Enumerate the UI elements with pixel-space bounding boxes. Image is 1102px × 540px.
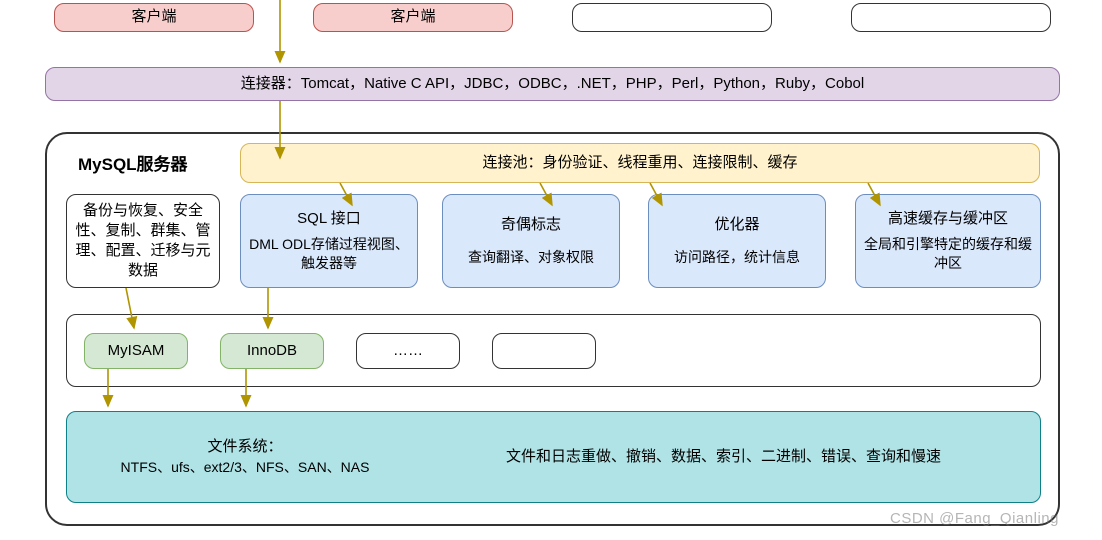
watermark: CSDN @Fang_Qianling	[890, 510, 1059, 527]
connectors-label: 连接器：Tomcat，Native C API，JDBC，ODBC，.NET，P…	[241, 74, 864, 94]
cache-body: 全局和引擎特定的缓存和缓冲区	[864, 235, 1032, 273]
engine-myisam: MyISAM	[84, 333, 188, 369]
optimizer-body: 访问路径，统计信息	[674, 248, 800, 267]
connectors-bar: 连接器：Tomcat，Native C API，JDBC，ODBC，.NET，P…	[45, 67, 1060, 101]
filesystem-body: NTFS、ufs、ext2/3、NFS、SAN、NAS	[75, 458, 415, 477]
engine-blank	[492, 333, 596, 369]
optimizer-box: 优化器 访问路径，统计信息	[648, 194, 826, 288]
client-box-4	[851, 3, 1051, 32]
sql-interface-title: SQL 接口	[297, 209, 361, 229]
filesystem-title: 文件系统：	[75, 437, 415, 457]
management-label: 备份与恢复、安全性、复制、群集、管理、配置、迁移与元数据	[75, 201, 211, 282]
client-label: 客户端	[390, 7, 435, 27]
logs-label: 文件和日志重做、撤销、数据、索引、二进制、错误、查询和慢速	[506, 448, 941, 465]
filesystem-right: 文件和日志重做、撤销、数据、索引、二进制、错误、查询和慢速	[415, 447, 1032, 467]
client-box-1: 客户端	[54, 3, 254, 32]
cache-box: 高速缓存与缓冲区 全局和引擎特定的缓存和缓冲区	[855, 194, 1041, 288]
mysql-server-title: MySQL服务器	[78, 150, 188, 175]
engine-innodb: InnoDB	[220, 333, 324, 369]
parser-title: 奇偶标志	[501, 215, 561, 235]
filesystem-box: 文件系统： NTFS、ufs、ext2/3、NFS、SAN、NAS 文件和日志重…	[66, 411, 1041, 503]
management-box: 备份与恢复、安全性、复制、群集、管理、配置、迁移与元数据	[66, 194, 220, 288]
client-box-2: 客户端	[313, 3, 513, 32]
engine-more-label: ……	[393, 341, 423, 361]
parser-body: 查询翻译、对象权限	[468, 248, 594, 267]
cache-title: 高速缓存与缓冲区	[888, 209, 1008, 229]
client-label: 客户端	[131, 7, 176, 27]
engine-more: ……	[356, 333, 460, 369]
sql-interface-body: DML ODL存储过程视图、触发器等	[249, 235, 409, 273]
connection-pool: 连接池：身份验证、线程重用、连接限制、缓存	[240, 143, 1040, 183]
connection-pool-label: 连接池：身份验证、线程重用、连接限制、缓存	[482, 153, 797, 173]
sql-interface-box: SQL 接口 DML ODL存储过程视图、触发器等	[240, 194, 418, 288]
optimizer-title: 优化器	[714, 215, 759, 235]
engine-innodb-label: InnoDB	[247, 341, 297, 361]
filesystem-left: 文件系统： NTFS、ufs、ext2/3、NFS、SAN、NAS	[75, 437, 415, 476]
client-box-3	[572, 3, 772, 32]
parser-box: 奇偶标志 查询翻译、对象权限	[442, 194, 620, 288]
engine-myisam-label: MyISAM	[108, 341, 165, 361]
